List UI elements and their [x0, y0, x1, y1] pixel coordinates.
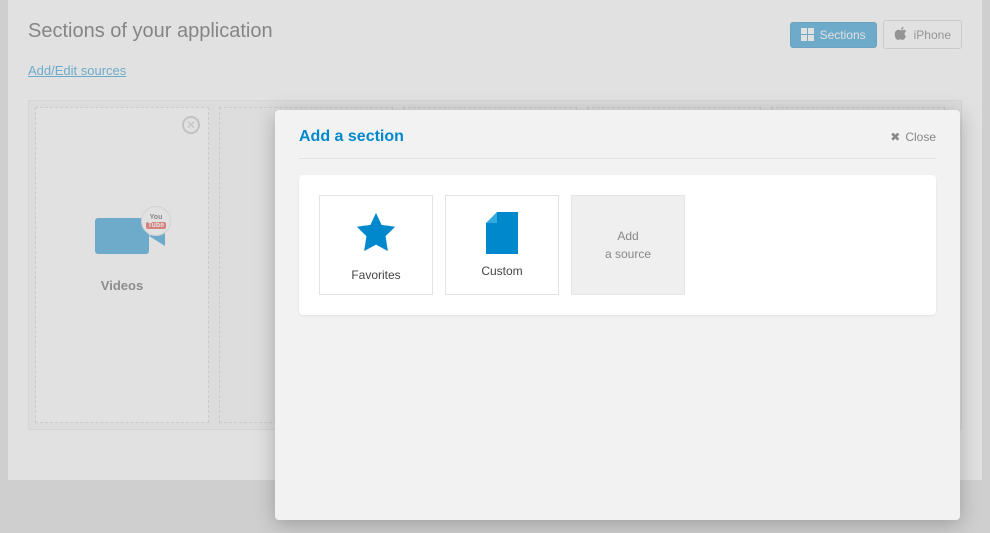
- document-icon: [486, 212, 518, 254]
- modal-title: Add a section: [299, 128, 404, 146]
- modal-body: Favorites Custom Add a source: [299, 175, 936, 315]
- star-icon: [353, 209, 399, 258]
- tile-add-text: Add a source: [605, 227, 651, 263]
- add-section-modal: Add a section ✖ Close Favorites Custom A…: [275, 110, 960, 520]
- close-icon: ✖: [890, 130, 900, 144]
- modal-header: Add a section ✖ Close: [299, 128, 936, 159]
- tile-custom-label: Custom: [481, 264, 522, 278]
- tile-custom[interactable]: Custom: [445, 195, 559, 295]
- tile-add-source[interactable]: Add a source: [571, 195, 685, 295]
- modal-close-label: Close: [905, 130, 936, 144]
- modal-close-button[interactable]: ✖ Close: [890, 130, 936, 144]
- tile-favorites-label: Favorites: [351, 268, 400, 282]
- tile-favorites[interactable]: Favorites: [319, 195, 433, 295]
- tile-add-line2: a source: [605, 247, 651, 261]
- tile-add-line1: Add: [617, 229, 638, 243]
